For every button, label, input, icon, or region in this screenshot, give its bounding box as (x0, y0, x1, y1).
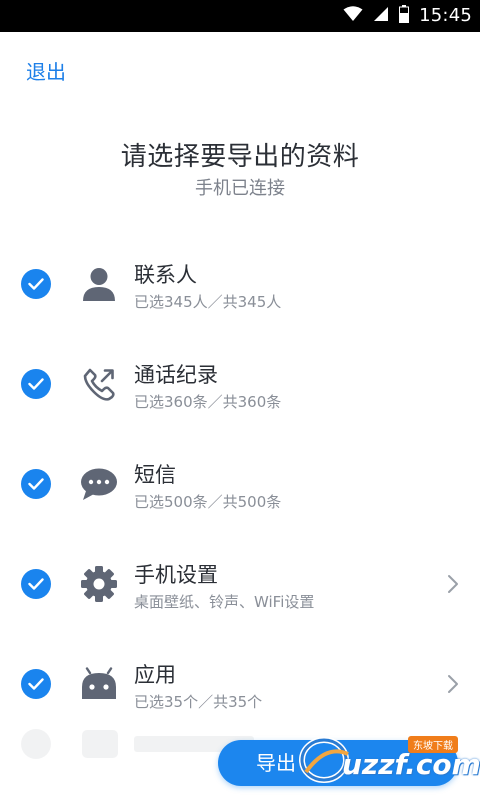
item-count: 已选35个／共35个 (134, 693, 263, 711)
uzzf-watermark-logo: uzzf.com 东坡下载 (296, 732, 480, 792)
signal-icon (373, 6, 389, 26)
chevron-right-icon[interactable] (446, 673, 460, 695)
sms-bubble-icon (79, 464, 119, 504)
android-app-icon (79, 664, 119, 704)
page-title: 请选择要导出的资料 (120, 142, 360, 172)
item-title: 通话纪录 (134, 363, 218, 387)
checkbox-checked-icon[interactable] (21, 369, 51, 399)
list-item-phone-settings[interactable]: 手机设置 桌面壁纸、铃声、WiFi设置 (0, 536, 480, 636)
exit-button[interactable]: 退出 (26, 56, 66, 85)
checkbox-checked-icon[interactable] (21, 669, 51, 699)
list-item-apps[interactable]: 应用 已选35个／共35个 (0, 636, 480, 736)
status-bar: 15:45 (0, 0, 480, 32)
item-title: 应用 (134, 663, 176, 687)
watermark-badge: 东坡下载 (408, 736, 458, 753)
item-title: 手机设置 (134, 563, 218, 587)
item-detail: 桌面壁纸、铃声、WiFi设置 (134, 593, 315, 611)
list-item-call-log[interactable]: 通话纪录 已选360条／共360条 (0, 336, 480, 436)
settings-gear-icon (79, 564, 119, 604)
chevron-right-icon[interactable] (446, 573, 460, 595)
call-log-icon (79, 364, 119, 404)
status-time: 15:45 (419, 5, 472, 26)
list-item-contacts[interactable]: 联系人 已选345人／共345人 (0, 236, 480, 336)
connection-status: 手机已连接 (195, 178, 285, 199)
checkbox-checked-icon[interactable] (21, 469, 51, 499)
checkbox-checked-icon[interactable] (21, 569, 51, 599)
item-count: 已选345人／共345人 (134, 293, 282, 311)
export-item-list: 联系人 已选345人／共345人 通话纪录 已选360条／共360条 短信 已选… (0, 236, 480, 736)
list-item-sms[interactable]: 短信 已选500条／共500条 (0, 436, 480, 536)
item-title: 联系人 (134, 263, 197, 287)
export-button-label: 导出 (256, 751, 296, 775)
wifi-icon (343, 6, 363, 26)
item-count: 已选500条／共500条 (134, 493, 282, 511)
item-title: 短信 (134, 463, 176, 487)
checkbox-checked-icon[interactable] (21, 269, 51, 299)
battery-icon (399, 5, 410, 27)
status-icons: 15:45 (343, 0, 472, 32)
item-count: 已选360条／共360条 (134, 393, 282, 411)
contact-person-icon (79, 264, 119, 304)
